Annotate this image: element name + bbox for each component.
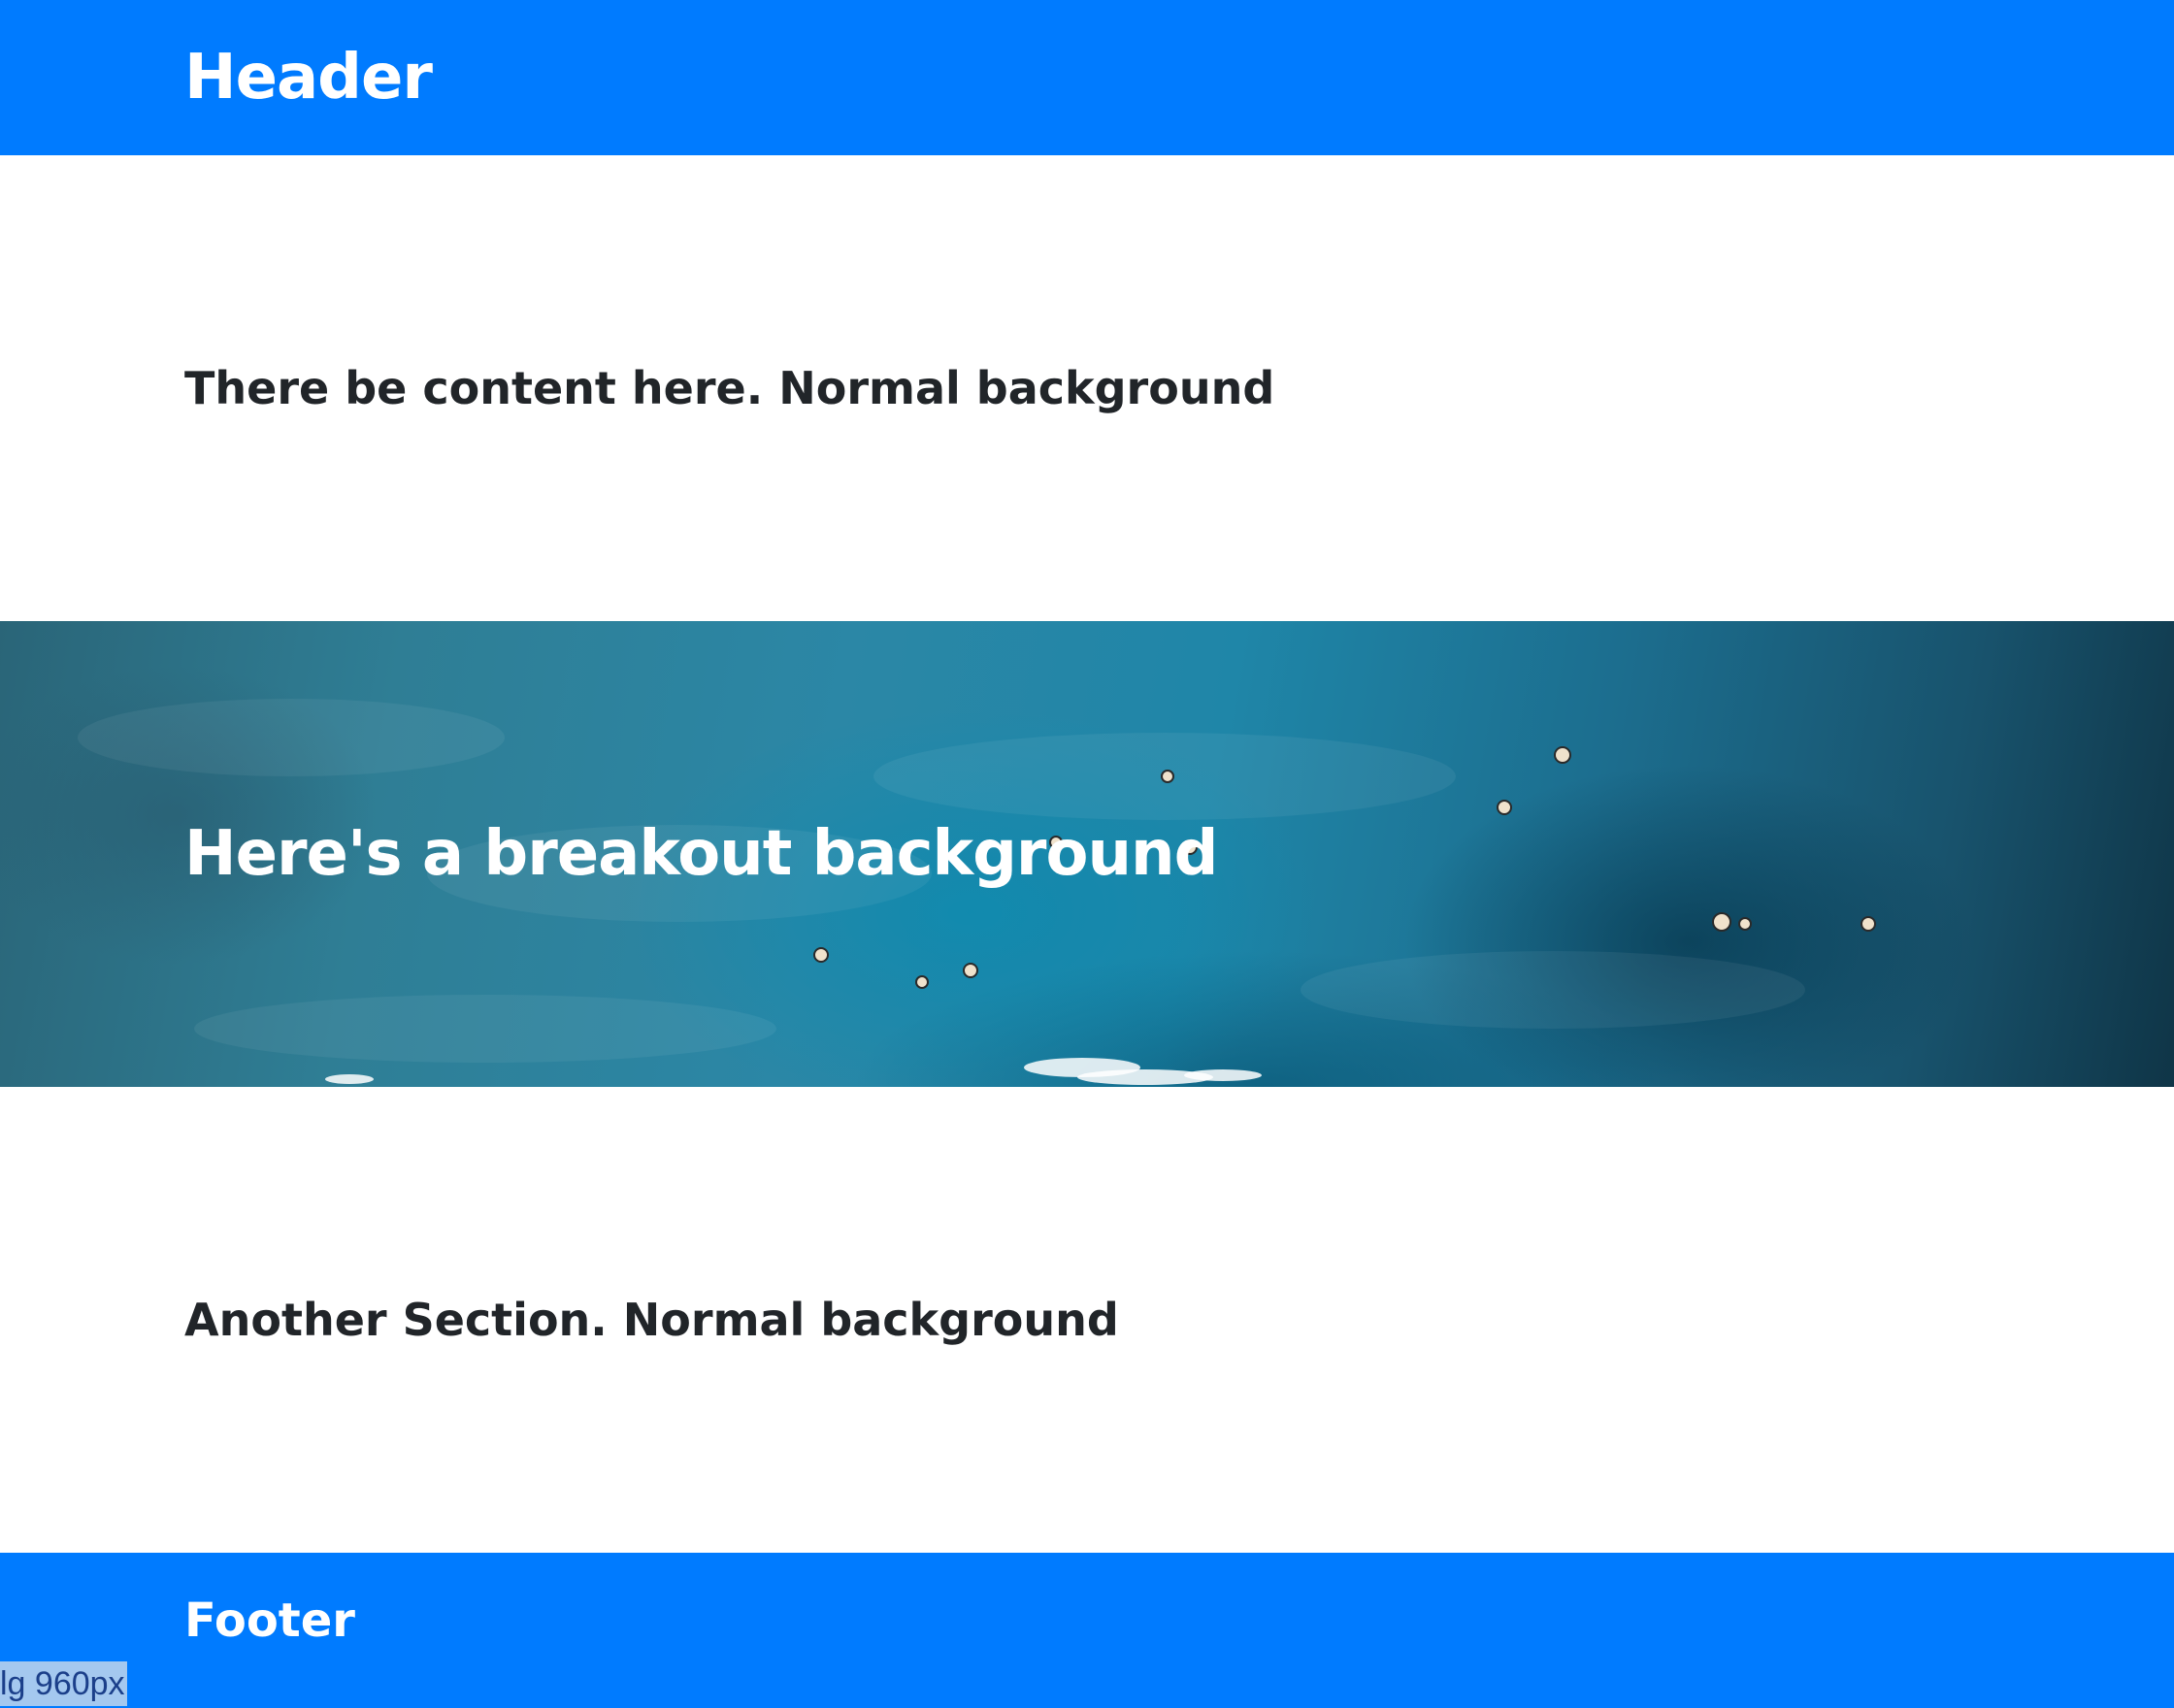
- site-header: Header: [0, 0, 2174, 155]
- breakout-section: Here's a breakout background: [0, 621, 2174, 1087]
- section-heading: There be content here. Normal background: [184, 362, 1275, 414]
- breakpoint-indicator: lg 960px: [0, 1661, 127, 1706]
- footer-container: Footer: [184, 1597, 1990, 1654]
- section-heading: Another Section. Normal background: [184, 1294, 1119, 1346]
- section-container: Another Section. Normal background: [184, 1297, 1990, 1342]
- breakout-heading: Here's a breakout background: [184, 818, 1218, 890]
- section-container: Here's a breakout background: [184, 823, 1990, 885]
- content-section-normal-2: Another Section. Normal background: [0, 1087, 2174, 1553]
- header-container: Header: [184, 47, 1990, 109]
- section-container: There be content here. Normal background: [184, 366, 1990, 411]
- footer-title: Footer: [184, 1593, 355, 1648]
- header-title: Header: [184, 42, 433, 114]
- site-footer: Footer: [0, 1553, 2174, 1708]
- content-section-normal: There be content here. Normal background: [0, 155, 2174, 621]
